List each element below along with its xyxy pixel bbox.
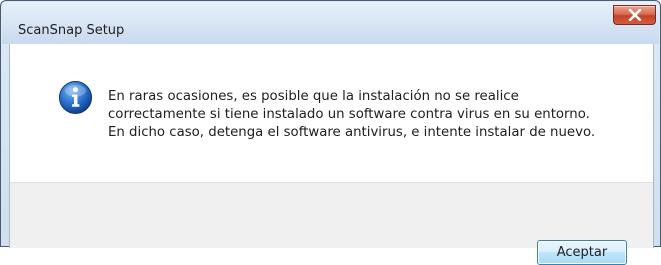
dialog-message: En raras ocasiones, es posible que la in… [108,88,648,142]
message-area: En raras ocasiones, es posible que la in… [10,44,653,182]
close-icon [628,9,641,21]
accept-button[interactable]: Aceptar [537,240,627,265]
message-line: En dicho caso, detenga el software antiv… [108,125,596,140]
window-title: ScanSnap Setup [18,23,125,38]
button-bar: Aceptar [10,182,653,265]
dialog-window: ScanSnap Setup En raras ocasiones, es po… [0,0,661,265]
message-line: En raras ocasiones, es posible que la in… [108,89,519,104]
close-button[interactable] [613,5,656,25]
message-line: correctamente si tiene instalado un soft… [108,107,590,122]
dialog-client-area: En raras ocasiones, es posible que la in… [9,44,654,265]
title-bar[interactable]: ScanSnap Setup [2,2,659,44]
info-icon [58,80,93,115]
